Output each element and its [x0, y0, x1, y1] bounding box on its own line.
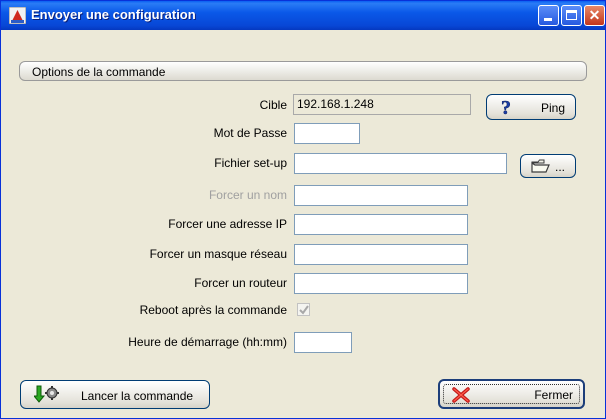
run-command-icon — [32, 385, 60, 408]
reboot-label: Reboot après la commande — [139, 303, 287, 317]
lancer-commande-label: Lancer la commande — [81, 389, 194, 403]
folder-open-icon — [531, 159, 551, 177]
forcer-ip-label: Forcer une adresse IP — [168, 217, 287, 231]
cible-field: 192.168.1.248 — [293, 94, 471, 115]
mot-de-passe-label: Mot de Passe — [213, 126, 287, 140]
browse-label: ... — [555, 160, 566, 174]
ping-button[interactable]: ? Ping — [486, 94, 576, 120]
close-button[interactable]: ✕ — [584, 5, 605, 26]
svg-text:?: ? — [501, 97, 511, 117]
forcer-routeur-field[interactable] — [294, 273, 468, 294]
dialog-window: Envoyer une configuration ✕ Options de l… — [0, 0, 606, 419]
heure-demarrage-field[interactable] — [294, 332, 352, 353]
ping-label: Ping — [540, 101, 565, 115]
red-x-icon — [452, 387, 470, 406]
fichier-setup-label: Fichier set-up — [214, 156, 287, 170]
fermer-button[interactable]: Fermer — [438, 379, 585, 409]
fichier-setup-field[interactable] — [294, 153, 507, 174]
heure-demarrage-label: Heure de démarrage (hh:mm) — [128, 335, 287, 349]
question-mark-icon: ? — [500, 97, 514, 120]
cible-label: Cible — [259, 98, 287, 112]
group-header: Options de la commande — [19, 61, 587, 81]
checkmark-icon — [299, 305, 309, 315]
minimize-button[interactable] — [538, 5, 559, 26]
mot-de-passe-field[interactable] — [294, 123, 360, 144]
forcer-nom-label: Forcer un nom — [208, 188, 287, 202]
reboot-checkbox[interactable] — [297, 303, 310, 316]
window-title: Envoyer une configuration — [31, 7, 196, 22]
forcer-nom-field[interactable] — [294, 185, 468, 206]
maximize-button[interactable] — [561, 5, 582, 26]
forcer-ip-field[interactable] — [294, 214, 468, 235]
close-icon: ✕ — [588, 7, 601, 23]
maximize-icon — [566, 10, 577, 20]
browse-button[interactable]: ... — [520, 154, 576, 178]
fermer-label: Fermer — [534, 388, 573, 402]
forcer-masque-label: Forcer un masque réseau — [149, 247, 287, 261]
lancer-commande-button[interactable]: Lancer la commande — [20, 380, 210, 409]
forcer-routeur-label: Forcer un routeur — [194, 276, 287, 290]
minimize-icon — [544, 18, 552, 21]
group-title: Options de la commande — [32, 65, 166, 79]
title-bar[interactable]: Envoyer une configuration ✕ — [1, 1, 605, 30]
forcer-masque-field[interactable] — [294, 244, 468, 265]
app-icon — [8, 6, 27, 25]
